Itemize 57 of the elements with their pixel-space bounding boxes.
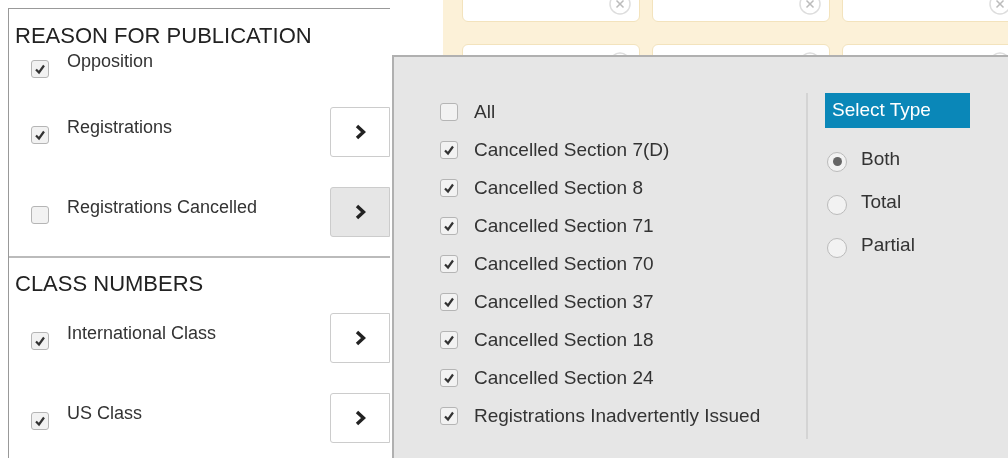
chevron-right-icon xyxy=(354,410,366,426)
check-icon xyxy=(443,410,455,422)
option-label: Cancelled Section 37 xyxy=(474,289,654,314)
section-title: REASON FOR PUBLICATION xyxy=(14,22,313,50)
radio-button[interactable] xyxy=(827,237,847,258)
checkbox[interactable] xyxy=(440,179,458,197)
checkbox[interactable] xyxy=(440,407,458,425)
expand-button[interactable] xyxy=(330,187,390,237)
chevron-right-icon xyxy=(354,204,366,220)
check-icon xyxy=(443,258,455,270)
option-label: International Class xyxy=(67,322,217,344)
checkbox[interactable] xyxy=(31,412,49,430)
check-icon xyxy=(443,334,455,346)
checkbox[interactable] xyxy=(31,126,49,144)
section-title: CLASS NUMBERS xyxy=(14,270,205,298)
check-icon xyxy=(443,220,455,232)
expand-button[interactable] xyxy=(330,393,390,443)
check-icon xyxy=(443,372,455,384)
checkbox[interactable] xyxy=(440,217,458,235)
select-type-header: Select Type xyxy=(825,93,970,128)
checkbox[interactable] xyxy=(440,331,458,349)
radio-label: Both xyxy=(861,147,901,172)
check-icon xyxy=(34,63,46,75)
checkbox[interactable] xyxy=(440,141,458,159)
expand-button[interactable] xyxy=(330,107,390,157)
check-icon xyxy=(34,129,46,141)
option-label: Cancelled Section 18 xyxy=(474,327,654,352)
option-label: US Class xyxy=(67,402,142,424)
option-label: Registrations Cancelled xyxy=(67,196,258,218)
checkbox[interactable] xyxy=(31,332,49,350)
option-label: Registrations Inadvertently Issued xyxy=(474,403,761,428)
checkbox[interactable] xyxy=(440,103,458,121)
check-icon xyxy=(34,415,46,427)
check-icon xyxy=(34,335,46,347)
option-label: Cancelled Section 24 xyxy=(474,365,654,390)
option-label: Cancelled Section 70 xyxy=(474,251,654,276)
check-icon xyxy=(443,182,455,194)
chevron-right-icon xyxy=(354,124,366,140)
checkbox[interactable] xyxy=(31,60,49,78)
option-label: Cancelled Section 7(D) xyxy=(474,137,670,162)
radio-button[interactable] xyxy=(827,151,847,172)
chevron-right-icon xyxy=(354,330,366,346)
check-icon xyxy=(443,296,455,308)
radio-button[interactable] xyxy=(827,194,847,215)
check-icon xyxy=(443,144,455,156)
expand-button[interactable] xyxy=(330,313,390,363)
radio-label: Total xyxy=(861,190,902,215)
radio-label: Partial xyxy=(861,233,915,258)
option-label: Opposition xyxy=(67,50,154,72)
option-label: Cancelled Section 71 xyxy=(474,213,654,238)
option-label: Registrations xyxy=(67,116,173,138)
option-label: All xyxy=(474,99,496,124)
checkbox[interactable] xyxy=(440,255,458,273)
checkbox[interactable] xyxy=(440,293,458,311)
option-label: Cancelled Section 8 xyxy=(474,175,643,200)
checkbox[interactable] xyxy=(440,369,458,387)
checkbox[interactable] xyxy=(31,206,49,224)
